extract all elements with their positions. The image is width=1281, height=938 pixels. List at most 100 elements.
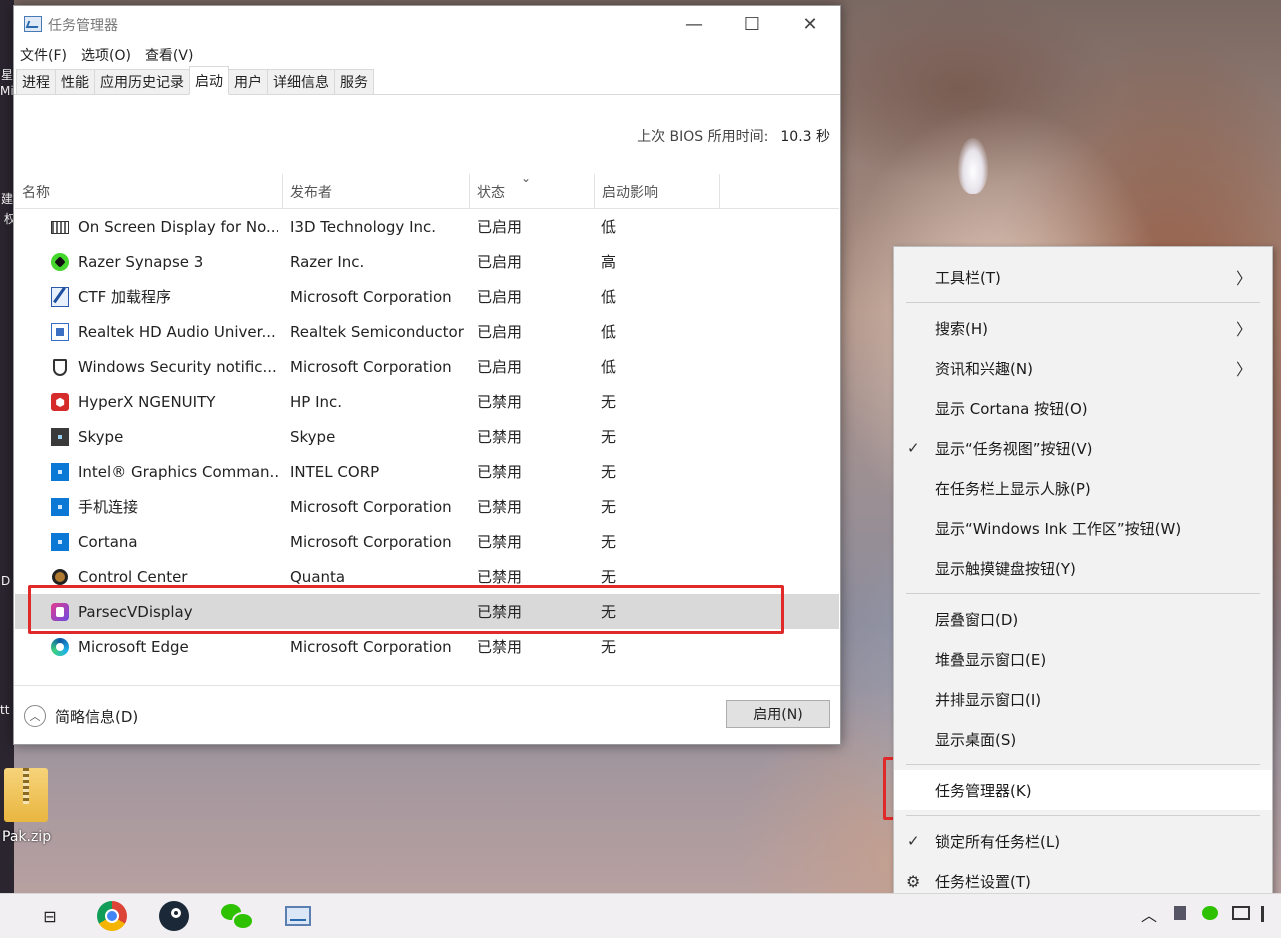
context-menu-item[interactable]: 搜索(H) 〉 bbox=[894, 308, 1272, 348]
row-publisher-cell: Microsoft Corporation bbox=[290, 637, 452, 656]
context-menu-item[interactable]: ✓ 显示“任务视图”按钮(V) bbox=[894, 428, 1272, 468]
tray-app-icon[interactable] bbox=[1174, 906, 1186, 920]
table-row[interactable]: ParsecVDisplay 已禁用 无 bbox=[15, 594, 839, 629]
tab-performance[interactable]: 性能 bbox=[55, 69, 95, 94]
chrome-icon bbox=[97, 901, 127, 931]
table-row[interactable]: Intel® Graphics Comman... INTEL CORP 已禁用 无 bbox=[15, 454, 839, 489]
context-menu-item[interactable]: 在任务栏上显示人脉(P) bbox=[894, 468, 1272, 508]
context-menu-item[interactable]: 工具栏(T) 〉 bbox=[894, 257, 1272, 297]
row-name-cell: Windows Security notific... bbox=[78, 357, 277, 376]
hyperx-icon: ⬢ bbox=[51, 393, 69, 411]
tray-overflow-icon[interactable]: ︿ bbox=[1141, 902, 1157, 926]
bios-time-label: 上次 BIOS 所用时间: bbox=[637, 129, 769, 145]
tab-startup[interactable]: 启动 bbox=[189, 66, 229, 95]
row-impact-cell: 无 bbox=[601, 393, 617, 411]
row-name-cell: CTF 加载程序 bbox=[78, 288, 172, 306]
row-impact-cell: 无 bbox=[601, 638, 617, 656]
table-row[interactable]: ⬢ HyperX NGENUITY HP Inc. 已禁用 无 bbox=[15, 384, 839, 419]
context-menu-item[interactable]: 堆叠显示窗口(E) bbox=[894, 639, 1272, 679]
column-header-name[interactable]: 名称 bbox=[15, 174, 283, 208]
row-publisher-cell: Quanta bbox=[290, 567, 346, 586]
row-publisher-cell: Realtek Semiconductor bbox=[290, 322, 464, 341]
row-impact-cell: 无 bbox=[601, 603, 617, 621]
row-publisher-cell bbox=[290, 594, 470, 629]
context-menu-label: 显示“任务视图”按钮(V) bbox=[935, 439, 1093, 458]
network-icon[interactable] bbox=[1232, 906, 1250, 920]
menu-view[interactable]: 查看(V) bbox=[145, 45, 194, 65]
desktop-icon-label[interactable]: Mi bbox=[0, 84, 14, 98]
tray-wechat-icon[interactable] bbox=[1202, 906, 1218, 920]
zip-file-icon[interactable] bbox=[4, 768, 48, 822]
context-menu-label: 任务栏设置(T) bbox=[935, 872, 1031, 891]
task-manager-taskbar-button[interactable] bbox=[282, 900, 314, 932]
tab-processes[interactable]: 进程 bbox=[16, 69, 56, 94]
tab-app-history[interactable]: 应用历史记录 bbox=[94, 69, 190, 94]
wechat-taskbar-button[interactable] bbox=[220, 900, 254, 932]
menu-separator bbox=[906, 815, 1260, 816]
table-row[interactable]: Skype Skype 已禁用 无 bbox=[15, 419, 839, 454]
fewer-details-link[interactable]: 简略信息(D) bbox=[55, 706, 138, 727]
context-menu-item[interactable]: 资讯和兴趣(N) 〉 bbox=[894, 348, 1272, 388]
context-menu-item[interactable]: 并排显示窗口(I) bbox=[894, 679, 1272, 719]
desktop-file-label[interactable]: Pak.zip bbox=[2, 829, 51, 845]
context-menu-item[interactable]: 显示 Cortana 按钮(O) bbox=[894, 388, 1272, 428]
steam-icon bbox=[159, 901, 189, 931]
collapse-icon[interactable]: ︿ bbox=[24, 705, 46, 727]
menu-file[interactable]: 文件(F) bbox=[20, 45, 67, 65]
menu-separator bbox=[906, 593, 1260, 594]
steam-taskbar-button[interactable] bbox=[158, 900, 190, 932]
column-header-publisher[interactable]: 发布者 bbox=[283, 174, 470, 208]
context-menu-item[interactable]: ✓ 锁定所有任务栏(L) bbox=[894, 821, 1272, 861]
row-status-cell: 已禁用 bbox=[477, 568, 523, 586]
desktop-icon-label[interactable]: 建 bbox=[1, 190, 13, 207]
tab-services[interactable]: 服务 bbox=[334, 69, 374, 94]
row-impact-cell: 低 bbox=[601, 323, 617, 341]
chrome-taskbar-button[interactable] bbox=[96, 900, 128, 932]
context-menu-item[interactable]: 层叠窗口(D) bbox=[894, 599, 1272, 639]
context-menu-item[interactable]: 显示桌面(S) bbox=[894, 719, 1272, 759]
razer-icon bbox=[51, 253, 69, 271]
menu-options[interactable]: 选项(O) bbox=[81, 45, 131, 65]
desktop-icon-label[interactable]: 星 bbox=[1, 66, 13, 83]
close-button[interactable]: ✕ bbox=[781, 6, 839, 42]
context-menu-label: 并排显示窗口(I) bbox=[935, 690, 1042, 709]
volume-icon[interactable] bbox=[1261, 906, 1275, 922]
context-menu-item[interactable]: 任务管理器(K) bbox=[894, 770, 1272, 810]
row-impact-cell: 高 bbox=[601, 253, 617, 271]
table-row[interactable]: Razer Synapse 3 Razer Inc. 已启用 高 bbox=[15, 244, 839, 279]
minimize-button[interactable]: — bbox=[665, 6, 723, 42]
table-row[interactable]: Cortana Microsoft Corporation 已禁用 无 bbox=[15, 524, 839, 559]
chevron-right-icon: 〉 bbox=[1235, 320, 1252, 339]
checkmark-icon: ✓ bbox=[907, 832, 920, 850]
table-row[interactable]: Microsoft Edge Microsoft Corporation 已禁用 无 bbox=[15, 629, 839, 664]
row-status-cell: 已启用 bbox=[477, 253, 523, 271]
table-row[interactable]: Windows Security notific... Microsoft Cor… bbox=[15, 349, 839, 384]
row-status-cell: 已禁用 bbox=[477, 393, 523, 411]
row-status-cell: 已启用 bbox=[477, 358, 523, 376]
tab-details[interactable]: 详细信息 bbox=[267, 69, 335, 94]
row-impact-cell: 无 bbox=[601, 533, 617, 551]
table-row[interactable]: 手机连接 Microsoft Corporation 已禁用 无 bbox=[15, 489, 839, 524]
context-menu-label: 堆叠显示窗口(E) bbox=[935, 650, 1047, 669]
task-view-button[interactable]: ⊟ bbox=[34, 900, 66, 932]
table-row[interactable]: On Screen Display for No... I3D Technolog… bbox=[15, 209, 839, 244]
gear-icon: ⚙ bbox=[906, 871, 921, 891]
context-menu-item[interactable]: 显示“Windows Ink 工作区”按钮(W) bbox=[894, 508, 1272, 548]
context-menu-item[interactable]: 显示触摸键盘按钮(Y) bbox=[894, 548, 1272, 588]
table-row[interactable]: Control Center Quanta 已禁用 无 bbox=[15, 559, 839, 594]
column-header-impact[interactable]: 启动影响 bbox=[595, 174, 720, 208]
table-row[interactable]: CTF 加载程序 Microsoft Corporation 已启用 低 bbox=[15, 279, 839, 314]
control-center-icon bbox=[51, 568, 69, 586]
tab-users[interactable]: 用户 bbox=[228, 69, 268, 94]
row-impact-cell: 无 bbox=[601, 428, 617, 446]
context-menu-label: 显示桌面(S) bbox=[935, 730, 1017, 749]
enable-button[interactable]: 启用(N) bbox=[726, 700, 830, 728]
desktop-icon-label[interactable]: D bbox=[1, 574, 10, 588]
title-bar[interactable]: 任务管理器 — ☐ ✕ bbox=[14, 6, 840, 42]
desktop-icon-label[interactable]: tt bbox=[0, 703, 9, 717]
maximize-button[interactable]: ☐ bbox=[723, 6, 781, 42]
table-row[interactable]: Realtek HD Audio Univer... Realtek Semico… bbox=[15, 314, 839, 349]
column-header-status[interactable]: 状态 bbox=[470, 174, 595, 208]
row-impact-cell: 低 bbox=[601, 218, 617, 236]
row-name-cell: Realtek HD Audio Univer... bbox=[78, 322, 276, 341]
